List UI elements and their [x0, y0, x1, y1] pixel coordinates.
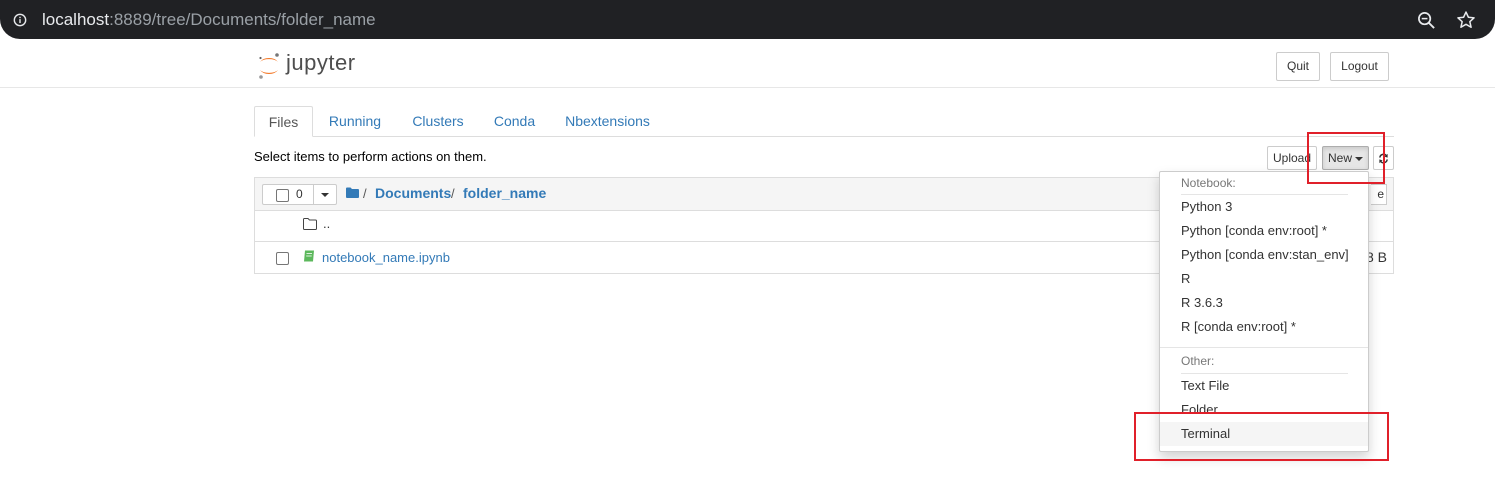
menu-item-r[interactable]: R	[1160, 267, 1368, 291]
bookmark-star-icon[interactable]	[1456, 10, 1476, 30]
menu-item-r-363[interactable]: R 3.6.3	[1160, 291, 1368, 315]
tab-conda[interactable]: Conda	[487, 106, 542, 136]
select-divider	[313, 185, 314, 204]
logout-button[interactable]: Logout	[1330, 52, 1389, 81]
select-all-group[interactable]: 0	[262, 184, 337, 205]
tab-nbextensions[interactable]: Nbextensions	[559, 106, 656, 136]
select-menu-caret-icon[interactable]	[321, 193, 329, 197]
jupyter-header: jupyter Quit Logout	[0, 45, 1495, 88]
folder-home-icon[interactable]	[346, 187, 359, 198]
quit-button[interactable]: Quit	[1276, 52, 1320, 81]
menu-item-python3[interactable]: Python 3	[1160, 195, 1368, 219]
new-dropdown-menu: Notebook: Python 3 Python [conda env:roo…	[1159, 171, 1369, 452]
url-text[interactable]: localhost:8889/tree/Documents/folder_nam…	[42, 10, 376, 30]
selection-hint: Select items to perform actions on them.	[254, 149, 487, 164]
breadcrumb-separator: /	[363, 186, 367, 201]
folder-icon	[303, 218, 317, 230]
jupyter-logo-icon[interactable]	[257, 51, 281, 81]
other-section-header: Other:	[1181, 354, 1215, 368]
breadcrumb-folder-name[interactable]: folder_name	[463, 185, 546, 201]
file-size: 8 B	[1366, 249, 1388, 265]
selected-count: 0	[296, 187, 303, 201]
zoom-out-icon[interactable]	[1417, 11, 1436, 30]
tab-running[interactable]: Running	[321, 106, 389, 136]
tab-files[interactable]: Files	[254, 106, 313, 137]
notebook-icon	[304, 250, 314, 262]
main-tabs: Files Running Clusters Conda Nbextension…	[254, 106, 1394, 137]
menu-item-python-conda-stan-env[interactable]: Python [conda env:stan_env]	[1160, 243, 1368, 267]
menu-item-r-conda-root[interactable]: R [conda env:root] *	[1160, 315, 1368, 339]
breadcrumb-documents[interactable]: Documents	[375, 185, 451, 201]
annotation-highlight-new	[1307, 132, 1385, 184]
notebook-link[interactable]: notebook_name.ipynb	[322, 250, 450, 265]
menu-divider	[1160, 347, 1368, 348]
row-checkbox[interactable]	[276, 252, 289, 265]
select-all-checkbox[interactable]	[276, 189, 289, 202]
jupyter-logo-text[interactable]: jupyter	[286, 50, 356, 76]
info-icon[interactable]	[13, 13, 27, 27]
menu-item-text-file[interactable]: Text File	[1160, 374, 1368, 398]
notebook-section-header: Notebook:	[1181, 176, 1236, 190]
delete-button[interactable]: e	[1371, 184, 1387, 205]
browser-toolbar: localhost:8889/tree/Documents/folder_nam…	[0, 0, 1495, 45]
annotation-highlight-terminal	[1134, 412, 1389, 461]
breadcrumb-separator: /	[451, 186, 455, 201]
address-bar[interactable]: localhost:8889/tree/Documents/folder_nam…	[0, 0, 1495, 39]
menu-item-python-conda-root[interactable]: Python [conda env:root] *	[1160, 219, 1368, 243]
tab-clusters[interactable]: Clusters	[405, 106, 471, 136]
parent-folder-link[interactable]: ..	[323, 216, 330, 231]
